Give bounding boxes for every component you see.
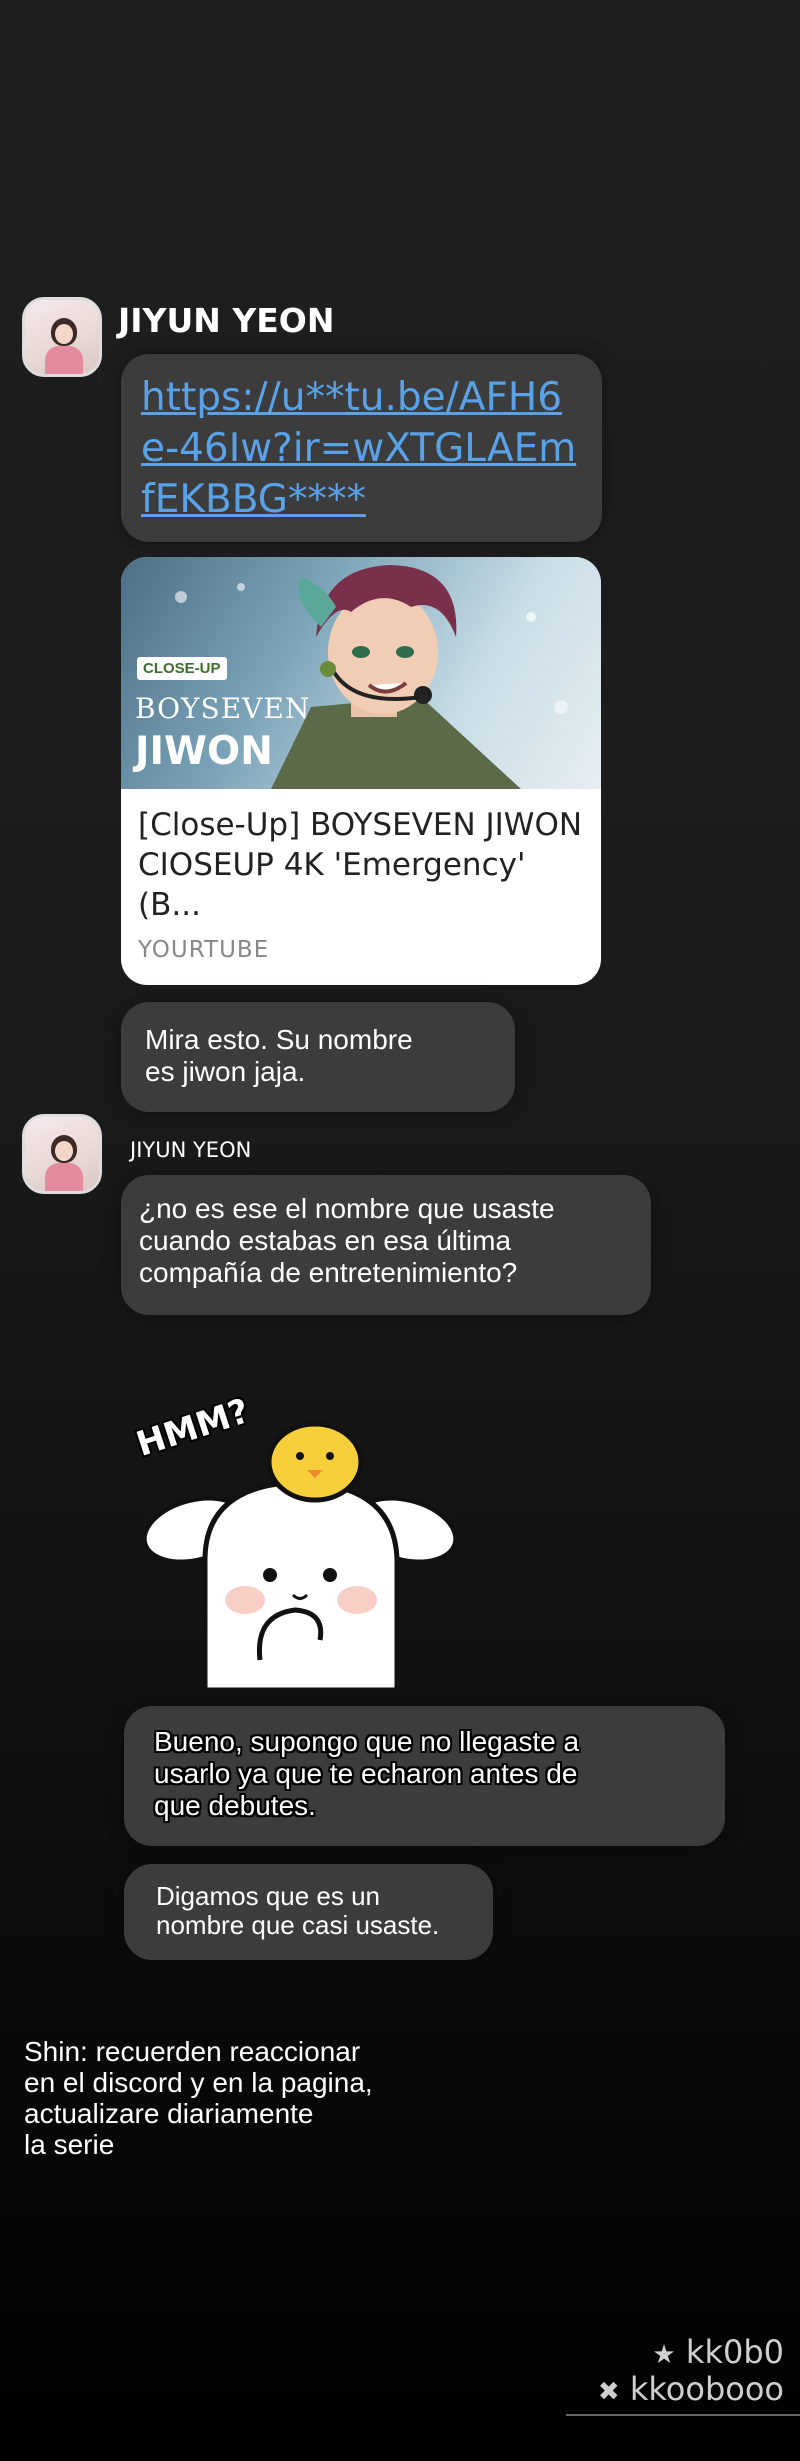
message-line: cuando estabas en esa última	[139, 1225, 512, 1256]
note-line: actualizare diariamente	[24, 2098, 314, 2129]
sender-avatar[interactable]	[22, 1114, 102, 1194]
sender-name: JIYUN YEON	[130, 1138, 252, 1162]
credits-divider	[566, 2414, 800, 2416]
avatar-face	[55, 1141, 73, 1161]
link-preview-card[interactable]: CLOSE-UP BOYSEVEN JIWON [Close-Up] BOYSE…	[121, 557, 601, 985]
credit-text: kk0b0	[685, 2333, 784, 2371]
note-line: Shin: recuerden reaccionar	[24, 2036, 361, 2067]
video-title[interactable]: [Close-Up] BOYSEVEN JIWON CIOSEUP 4K 'Em…	[138, 805, 588, 925]
avatar-body	[45, 346, 83, 374]
video-source: YOURTUBE	[138, 937, 270, 963]
avatar-face	[55, 324, 73, 344]
message-line: Mira esto. Su nombre	[145, 1024, 413, 1055]
link-message-bubble: https://u**tu.be/AFH6e-46Iw?ir=wXTGLAEmf…	[121, 354, 602, 542]
video-thumbnail[interactable]: CLOSE-UP BOYSEVEN JIWON	[121, 557, 601, 789]
message-line: es jiwon jaja.	[145, 1056, 306, 1087]
note-line: la serie	[24, 2129, 115, 2160]
note-line: en el discord y en la pagina,	[24, 2067, 373, 2098]
sender-name: JIYUN YEON	[118, 301, 335, 340]
translator-note: Shin: recuerden reaccionar en el discord…	[24, 2036, 373, 2160]
message-bubble-2: ¿no es ese el nombre que usaste cuando e…	[121, 1175, 651, 1315]
message-line: Bueno, supongo que no llegaste a	[154, 1726, 580, 1757]
thumbnail-badge: CLOSE-UP	[137, 657, 227, 680]
message-line: que debutes.	[154, 1790, 316, 1821]
sheep-sticker: HMM?	[132, 1390, 475, 1693]
cross-icon: ✖	[597, 2377, 620, 2407]
message-bubble-4: Digamos que es un nombre que casi usaste…	[124, 1864, 493, 1960]
credit-line-1: ★ kk0b0	[652, 2333, 784, 2371]
thumbnail-brand: BOYSEVEN	[135, 692, 311, 725]
message-line: Digamos que es un	[156, 1881, 381, 1911]
message-bubble-3: Bueno, supongo que no llegaste a usarlo …	[124, 1706, 725, 1846]
credit-text: kkoobooo	[629, 2370, 784, 2408]
shared-link[interactable]: https://u**tu.be/AFH6e-46Iw?ir=wXTGLAEmf…	[141, 372, 582, 525]
sender-avatar[interactable]	[22, 297, 102, 377]
message-bubble-1: Mira esto. Su nombre es jiwon jaja.	[121, 1002, 515, 1112]
star-icon: ★	[652, 2340, 676, 2370]
message-line: compañía de entretenimiento?	[139, 1257, 518, 1288]
message-line: nombre que casi usaste.	[156, 1910, 440, 1940]
thumbnail-name: JIWON	[135, 729, 273, 774]
avatar-body	[45, 1163, 83, 1191]
message-line: usarlo ya que te echaron antes de	[154, 1758, 578, 1789]
credit-line-2: ✖ kkoobooo	[598, 2370, 784, 2408]
message-line: ¿no es ese el nombre que usaste	[139, 1193, 555, 1224]
